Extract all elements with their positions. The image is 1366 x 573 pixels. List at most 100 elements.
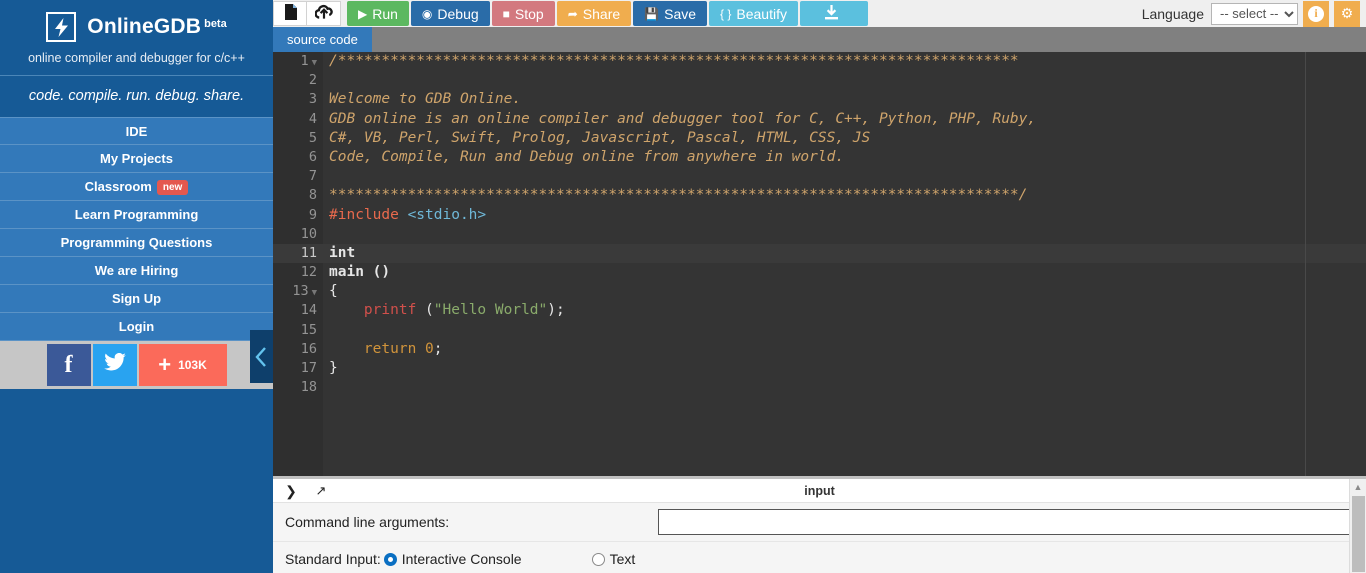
sidebar-item-classroom[interactable]: Classroom new — [0, 173, 273, 201]
info-button[interactable]: i — [1303, 0, 1329, 27]
code-line: } — [329, 359, 1366, 378]
tab-label: source code — [287, 32, 358, 47]
code-token: main () — [329, 264, 391, 281]
io-panel-header: ❯ ↗ input — [273, 479, 1366, 503]
sidebar-item-label: Classroom — [84, 179, 152, 194]
sidebar-item-label: My Projects — [100, 151, 173, 166]
line-number: 7 — [273, 167, 323, 186]
code-content[interactable]: /***************************************… — [323, 52, 1366, 476]
line-number-text: 3 — [308, 91, 317, 108]
code-token: Welcome to GDB Online. — [329, 91, 522, 108]
brand-beta-label: beta — [204, 17, 227, 30]
braces-icon: { } — [720, 6, 732, 21]
code-token: ); — [547, 302, 565, 319]
code-line: /***************************************… — [329, 52, 1366, 71]
sidebar-item-ide[interactable]: IDE — [0, 117, 273, 145]
code-line: C#, VB, Perl, Swift, Prolog, Javascript,… — [329, 129, 1366, 148]
share-button[interactable]: ➦ Share — [556, 1, 632, 26]
line-number-text: 4 — [308, 110, 317, 127]
tab-source-code[interactable]: source code — [273, 27, 372, 52]
line-number-text: 15 — [300, 321, 317, 338]
line-number: 14 — [273, 301, 323, 320]
sidebar-menu: IDE My Projects Classroom new Learn Progr… — [0, 117, 273, 341]
sidebar-item-programming-questions[interactable]: Programming Questions — [0, 229, 273, 257]
stop-button-label: Stop — [514, 5, 544, 22]
language-label: Language — [1141, 5, 1204, 22]
line-number: 3 — [273, 90, 323, 109]
editor-tabstrip: source code — [273, 27, 1366, 52]
brand-title: OnlineGDB beta — [87, 15, 226, 39]
sidebar-item-login[interactable]: Login — [0, 313, 273, 341]
twitter-icon — [103, 352, 126, 377]
line-number: 8 — [273, 186, 323, 205]
line-number-text: 6 — [308, 148, 317, 165]
code-line: return 0; — [329, 340, 1366, 359]
code-token: int — [329, 244, 356, 261]
sidebar-collapse-handle[interactable] — [250, 330, 273, 383]
io-panel-scrollbar[interactable]: ▲ — [1349, 479, 1366, 573]
beautify-button[interactable]: { } Beautify — [709, 1, 798, 26]
code-editor[interactable]: 1 ▼ 2 3 4 5 6 7 8 9 10 11 12 13 ▼ 14 15 16… — [273, 52, 1366, 476]
code-token: ; — [433, 340, 443, 357]
upload-file-button[interactable] — [307, 1, 341, 26]
line-number-text: 11 — [300, 244, 317, 261]
code-token: { — [329, 283, 338, 300]
code-line: printf ("Hello World"); — [329, 301, 1366, 320]
cloud-upload-icon — [314, 4, 333, 23]
fold-icon[interactable]: ▼ — [312, 288, 317, 298]
sidebar-item-label: IDE — [125, 124, 148, 139]
standard-input-row: Standard Input: Interactive Console Text — [273, 542, 1366, 567]
radio-text-input[interactable]: Text — [591, 551, 635, 567]
line-number-text: 5 — [308, 129, 317, 146]
sidebar-item-we-are-hiring[interactable]: We are Hiring — [0, 257, 273, 285]
line-number-text: 12 — [300, 264, 317, 281]
facebook-share-button[interactable]: f — [46, 344, 91, 386]
line-number-text: 7 — [308, 168, 317, 185]
debug-button[interactable]: ◉ Debug — [410, 1, 490, 26]
beautify-button-label: Beautify — [736, 5, 787, 22]
sidebar-item-my-projects[interactable]: My Projects — [0, 145, 273, 173]
sidebar-item-label: Login — [118, 319, 155, 334]
line-number: 12 — [273, 263, 323, 282]
download-button[interactable] — [799, 1, 868, 26]
sidebar-item-sign-up[interactable]: Sign Up — [0, 285, 273, 313]
line-number: 9 — [273, 206, 323, 225]
twitter-share-button[interactable] — [92, 344, 137, 386]
settings-button[interactable]: ⚙ — [1334, 0, 1360, 27]
language-select[interactable]: -- select -- — [1211, 2, 1298, 25]
code-token: C#, VB, Perl, Swift, Prolog, Javascript,… — [329, 129, 871, 146]
scrollbar-thumb[interactable] — [1352, 496, 1365, 572]
new-file-button[interactable] — [273, 1, 307, 26]
line-number: 1 ▼ — [273, 52, 323, 71]
radio-interactive-console[interactable]: Interactive Console — [383, 551, 522, 567]
line-number: 5 — [273, 129, 323, 148]
sidebar-item-learn-programming[interactable]: Learn Programming — [0, 201, 273, 229]
brand-row[interactable]: OnlineGDB beta — [0, 12, 273, 42]
code-line: ****************************************… — [329, 186, 1366, 205]
run-button-label: Run — [372, 5, 398, 22]
brand-block: OnlineGDB beta online compiler and debugg… — [0, 0, 273, 75]
code-token: ****************************************… — [329, 187, 1028, 204]
fold-icon[interactable]: ▼ — [312, 58, 317, 68]
editor-gutter: 1 ▼ 2 3 4 5 6 7 8 9 10 11 12 13 ▼ 14 15 16… — [273, 52, 323, 476]
classroom-new-badge: new — [156, 180, 189, 196]
command-line-input[interactable] — [658, 509, 1354, 535]
share-count-button[interactable]: + 103K — [138, 344, 227, 386]
line-number: 2 — [273, 71, 323, 90]
stop-icon: ■ — [502, 6, 510, 21]
radio-indicator — [383, 552, 397, 566]
stop-button[interactable]: ■ Stop — [491, 1, 555, 26]
run-button[interactable]: ▶ Run — [347, 1, 409, 26]
gear-icon: ⚙ — [1340, 5, 1354, 21]
sidebar: OnlineGDB beta online compiler and debugg… — [0, 0, 273, 573]
line-number: 16 — [273, 340, 323, 359]
code-token: <stdio.h> — [407, 206, 487, 223]
save-button[interactable]: 💾 Save — [633, 1, 708, 26]
scroll-up-icon[interactable]: ▲ — [1350, 479, 1366, 494]
sidebar-footer-area — [0, 389, 273, 573]
